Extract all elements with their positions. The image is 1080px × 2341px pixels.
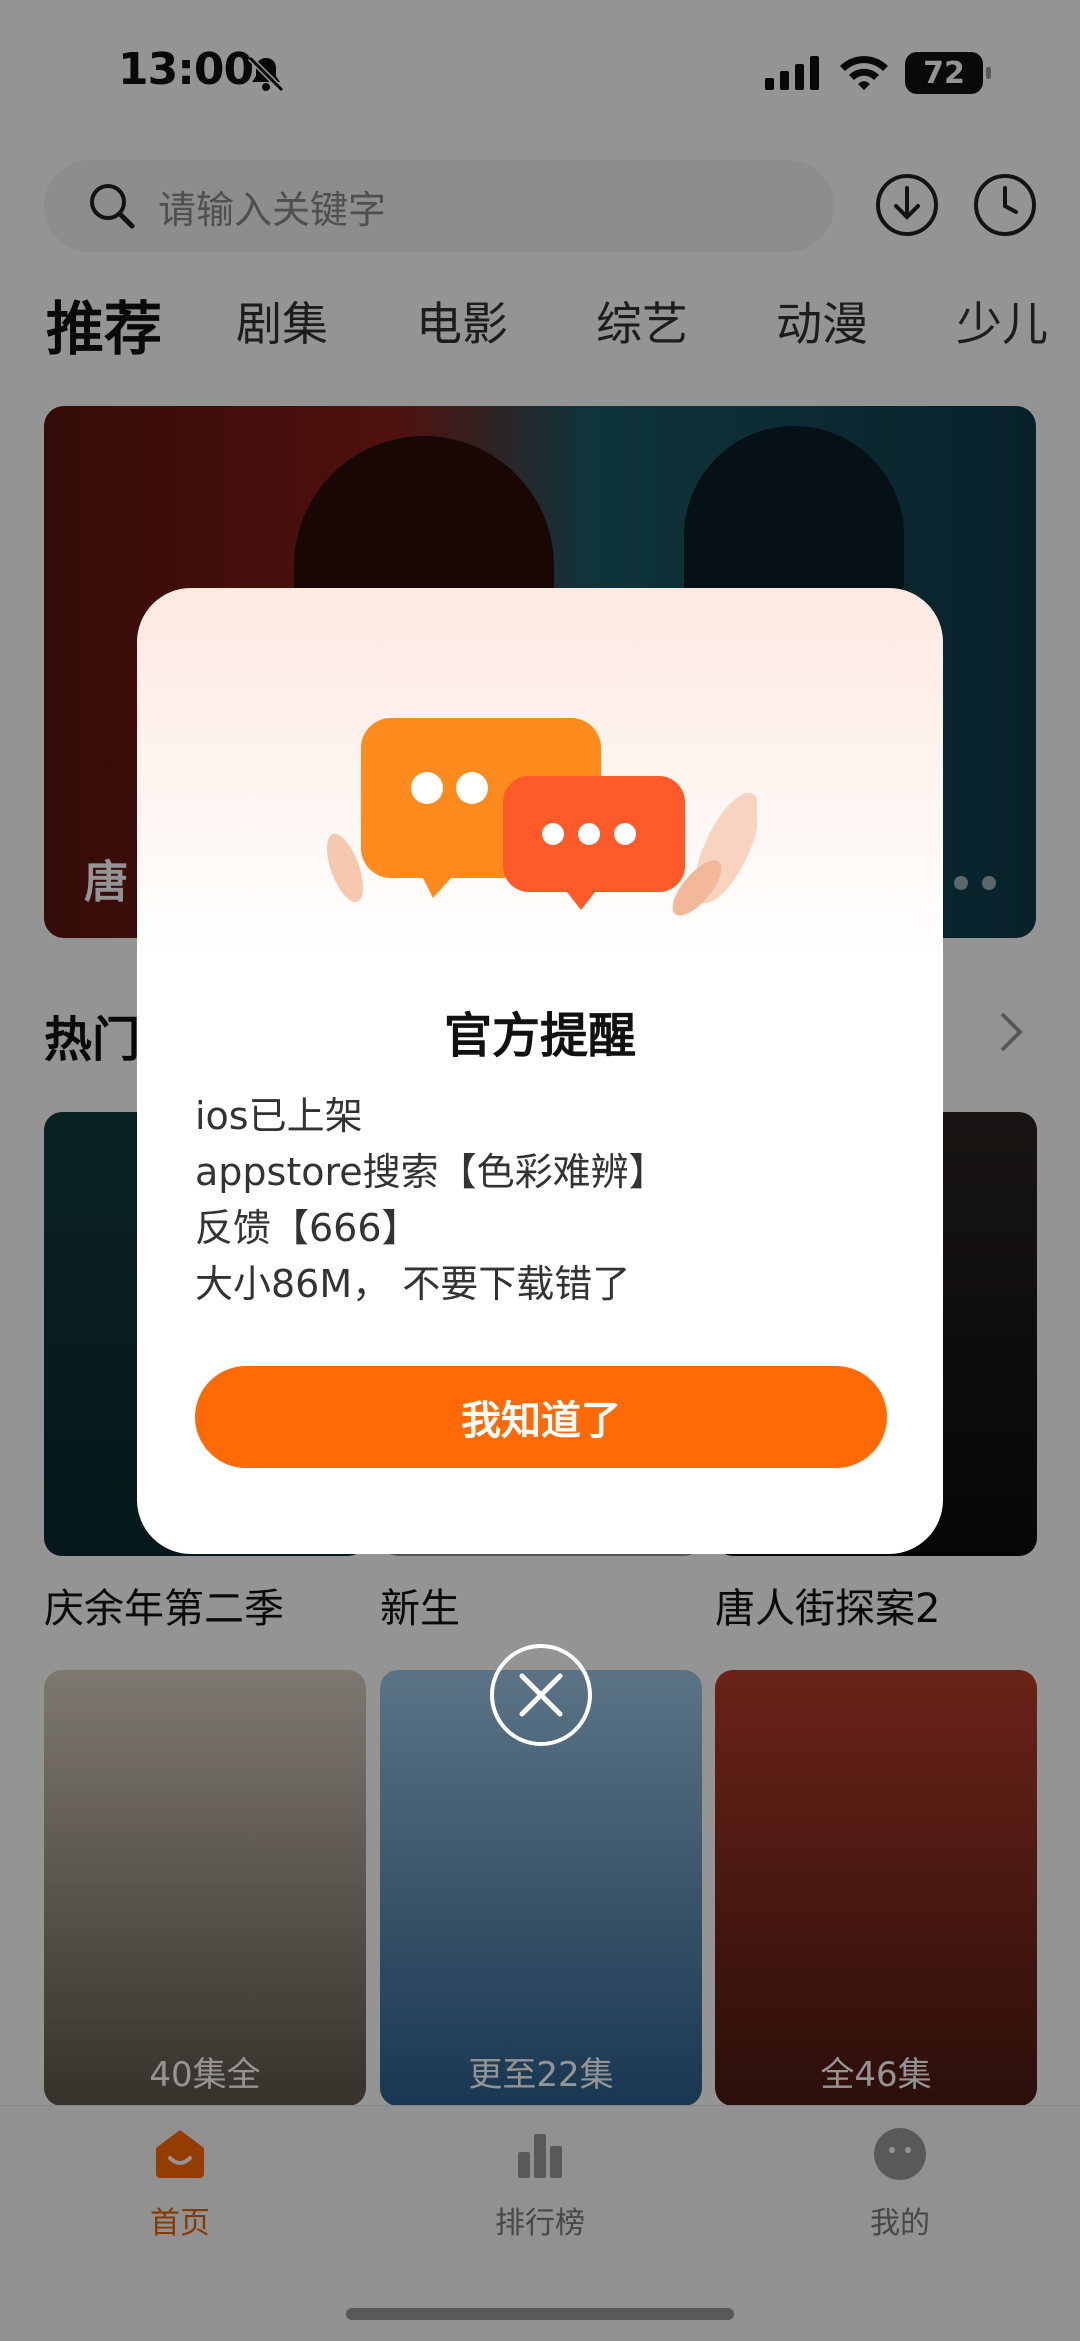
chat-bubbles-icon [326,718,757,916]
close-dialog-button[interactable] [490,1644,592,1746]
dialog-line: ios已上架 [195,1094,363,1138]
dialog-message: ios已上架 appstore搜索【色彩难辨】 反馈【666】 大小86M， 不… [195,1088,667,1312]
close-icon [519,1673,563,1717]
dialog-line: appstore搜索【色彩难辨】 [195,1150,667,1194]
dialog-line: 大小86M， 不要下载错了 [195,1262,631,1306]
confirm-button[interactable]: 我知道了 [195,1366,887,1468]
dialog-line: 反馈【666】 [195,1206,420,1250]
dialog-title: 官方提醒 [443,1008,636,1064]
notice-dialog: 官方提醒 ios已上架 appstore搜索【色彩难辨】 反馈【666】 大小8… [137,588,943,1554]
